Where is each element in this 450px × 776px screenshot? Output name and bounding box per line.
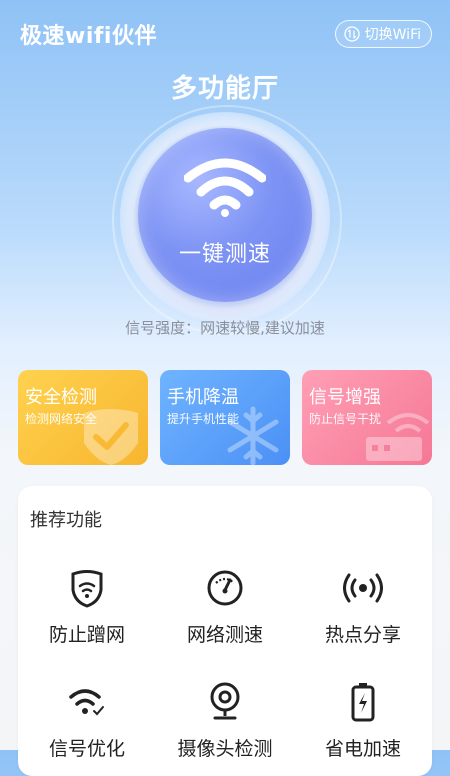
camera-detect-item[interactable]: 摄像头检测 (156, 682, 294, 761)
signal-status-text: 信号强度：网速较慢,建议加速 (125, 319, 325, 337)
anti-freeloading-item[interactable]: 防止蹭网 (18, 568, 156, 647)
signal-optimize-item[interactable]: 信号优化 (18, 682, 156, 761)
battery-icon (343, 682, 383, 722)
feature-cards: 安全检测 检测网络安全 手机降温 提升手机性能 信号增强 防止信号干扰 (18, 370, 432, 465)
item-label: 网络测速 (186, 624, 263, 646)
top-bar: 极速wifi伙伴 切换WiFi (0, 0, 450, 68)
item-label: 热点分享 (324, 624, 401, 646)
snowflake-icon (227, 406, 279, 465)
checkmark-icon (84, 409, 138, 465)
shield-wifi-icon (67, 568, 107, 608)
item-label: 防止蹭网 (48, 624, 125, 646)
recommended-title: 推荐功能 (30, 510, 102, 531)
switch-wifi-button[interactable]: 切换WiFi (334, 20, 432, 48)
item-label: 摄像头检测 (177, 738, 273, 760)
speed-test-label: 一键测速 (178, 242, 271, 267)
power-saving-item[interactable]: 省电加速 (294, 682, 432, 761)
item-label: 省电加速 (324, 738, 401, 760)
hall-title: 多功能厅 (170, 74, 279, 104)
switch-wifi-label: 切换WiFi (364, 27, 421, 43)
wifi-check-icon (67, 682, 107, 722)
security-check-card[interactable]: 安全检测 检测网络安全 (18, 370, 148, 465)
signal-boost-card[interactable]: 信号增强 防止信号干扰 (302, 370, 432, 465)
router-icon (366, 413, 430, 461)
hotspot-share-item[interactable]: 热点分享 (294, 568, 432, 647)
network-speed-test-item[interactable]: 网络测速 (156, 568, 294, 647)
recommended-features-panel: 推荐功能 防止蹭网 网络测速 热点分享 信号优化 摄像头检测 省电加速 (18, 486, 432, 776)
one-click-speed-test-button[interactable]: 一键测速 (138, 128, 312, 302)
hotspot-icon (343, 568, 383, 608)
wifi-icon (184, 158, 266, 217)
item-label: 信号优化 (48, 738, 125, 760)
phone-cooling-card[interactable]: 手机降温 提升手机性能 (160, 370, 290, 465)
speedometer-icon (205, 568, 245, 608)
switch-icon (343, 26, 360, 42)
camera-icon (205, 682, 245, 722)
app-title: 极速wifi伙伴 (20, 24, 157, 49)
